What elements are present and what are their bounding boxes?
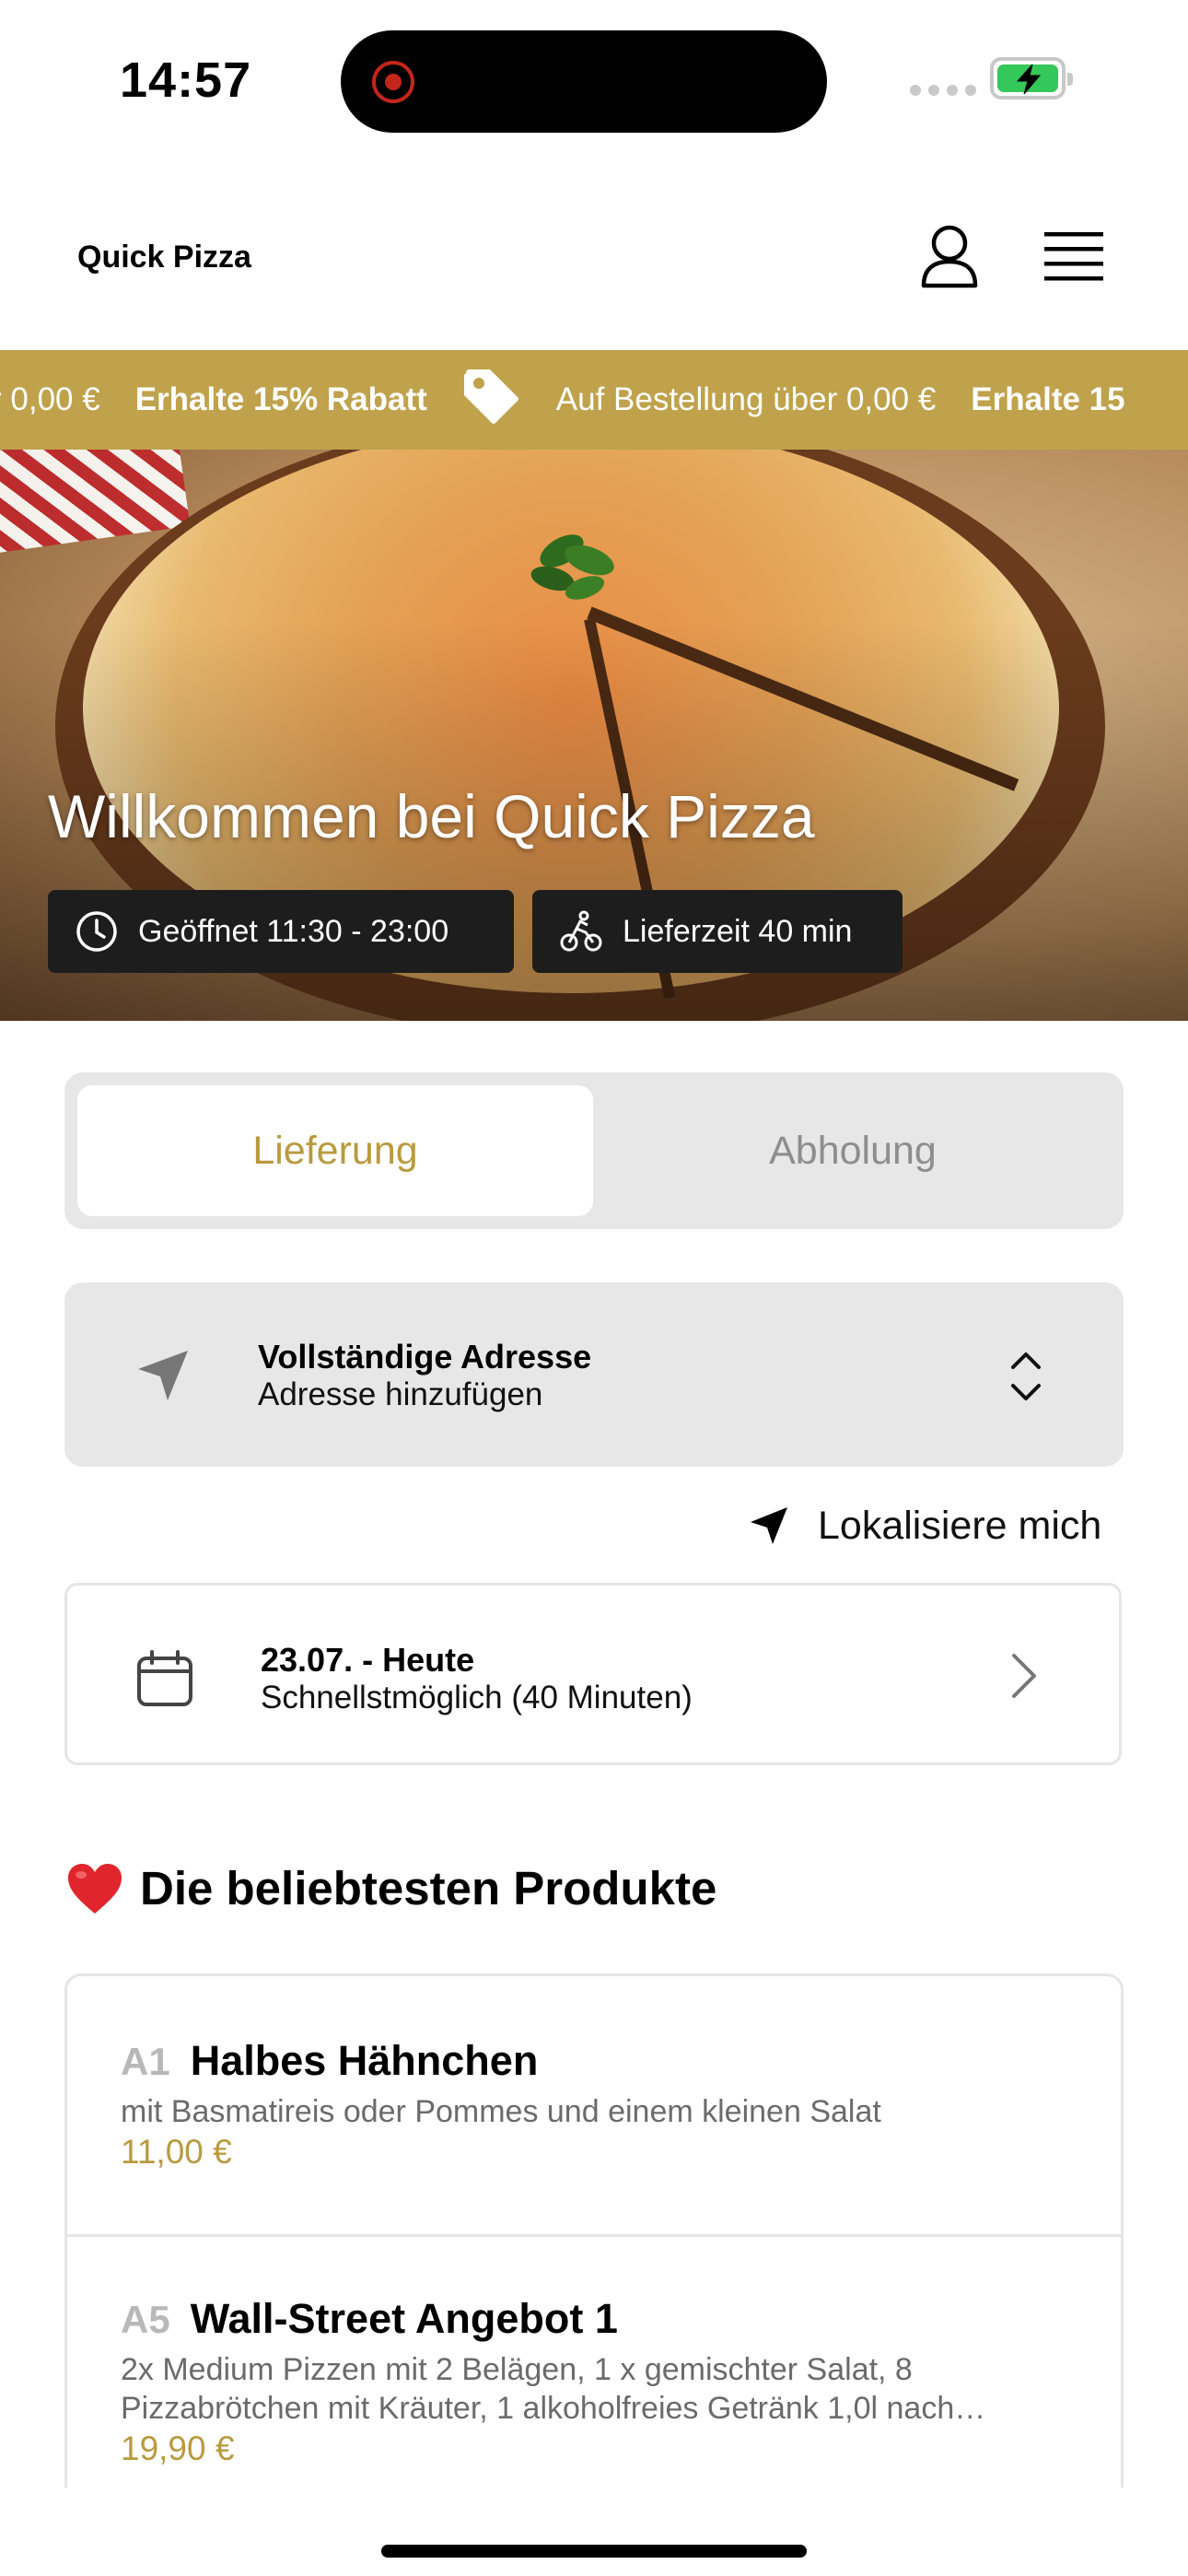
locate-me-label: Lokalisiere mich	[818, 1503, 1102, 1548]
welcome-title: Willkommen bei Quick Pizza	[48, 782, 815, 850]
status-bar: 14:57	[0, 0, 1188, 157]
product-item[interactable]: A5 Wall-Street Angebot 1 2x Medium Pizze…	[67, 2295, 1121, 2468]
location-arrow-icon	[138, 1351, 188, 1400]
opening-hours-badge: Geöffnet 11:30 - 23:00	[48, 890, 514, 973]
promo-text: r 0,00 €	[0, 381, 100, 417]
cellular-signal-icon	[910, 85, 976, 96]
dynamic-island	[341, 30, 827, 133]
address-subtitle: Adresse hinzufügen	[258, 1376, 543, 1412]
product-price: 19,90 €	[121, 2430, 235, 2467]
popular-products-title: Die beliebtesten Produkte	[140, 1862, 717, 1914]
divider	[67, 2234, 1121, 2237]
calendar-icon	[137, 1650, 192, 1706]
schedule-time: Schnellstmöglich (40 Minuten)	[261, 1680, 693, 1715]
bicycle-courier-icon	[560, 910, 602, 952]
product-name: Halbes Hähnchen	[190, 2037, 539, 2084]
promo-ticker[interactable]: r 0,00 € Erhalte 15% Rabatt Auf Bestellu…	[0, 350, 1188, 450]
product-name: Wall-Street Angebot 1	[190, 2295, 618, 2342]
delivery-time-text: Lieferzeit 40 min	[623, 913, 853, 949]
screen-recording-icon	[372, 61, 414, 103]
opening-hours-text: Geöffnet 11:30 - 23:00	[138, 913, 449, 949]
location-arrow-icon	[751, 1507, 787, 1544]
delivery-time-selector[interactable]: 23.07. - Heute Schnellstmöglich (40 Minu…	[64, 1583, 1122, 1765]
address-title: Vollständige Adresse	[258, 1338, 592, 1376]
brand-name[interactable]: Quick Pizza	[77, 240, 251, 275]
clock-icon	[76, 911, 117, 952]
product-price: 11,00 €	[121, 2133, 232, 2171]
product-code: A5	[121, 2298, 170, 2341]
price-tag-icon	[460, 366, 521, 435]
product-description: 2x Medium Pizzen mit 2 Belägen, 1 x gemi…	[121, 2352, 986, 2426]
battery-charging-icon	[990, 57, 1073, 100]
tab-pickup[interactable]: Abholung	[595, 1085, 1111, 1216]
home-indicator[interactable]	[381, 2545, 807, 2558]
address-selector[interactable]: Vollständige Adresse Adresse hinzufügen	[64, 1282, 1124, 1467]
tab-delivery[interactable]: Lieferung	[77, 1085, 593, 1216]
hero-banner: Willkommen bei Quick Pizza Geöffnet 11:3…	[0, 450, 1188, 1021]
order-mode-toggle: Lieferung Abholung	[64, 1072, 1124, 1229]
product-list: A1 Halbes Hähnchen mit Basmatireis oder …	[64, 1973, 1124, 2488]
status-time: 14:57	[120, 53, 252, 108]
chevron-right-icon	[1012, 1654, 1036, 1698]
popular-products-heading: Die beliebtesten Produkte	[66, 1861, 716, 1915]
user-account-icon[interactable]	[919, 223, 980, 289]
delivery-time-badge: Lieferzeit 40 min	[532, 890, 903, 973]
locate-me-button[interactable]: Lokalisiere mich	[748, 1498, 1101, 1553]
product-description: mit Basmatireis oder Pommes und einem kl…	[121, 2094, 881, 2129]
promo-discount: Erhalte 15% Rabatt	[134, 381, 427, 417]
schedule-date: 23.07. - Heute	[261, 1641, 475, 1679]
hamburger-menu-icon[interactable]	[1044, 228, 1103, 284]
promo-discount: Erhalte 15	[971, 381, 1125, 417]
product-item[interactable]: A1 Halbes Hähnchen mit Basmatireis oder …	[67, 2037, 1121, 2172]
product-code: A1	[121, 2040, 170, 2083]
heart-icon	[68, 1863, 122, 1914]
chevron-up-down-icon	[1011, 1352, 1041, 1400]
app-header: Quick Pizza	[0, 157, 1188, 350]
promo-text: Auf Bestellung über 0,00 €	[555, 381, 937, 417]
